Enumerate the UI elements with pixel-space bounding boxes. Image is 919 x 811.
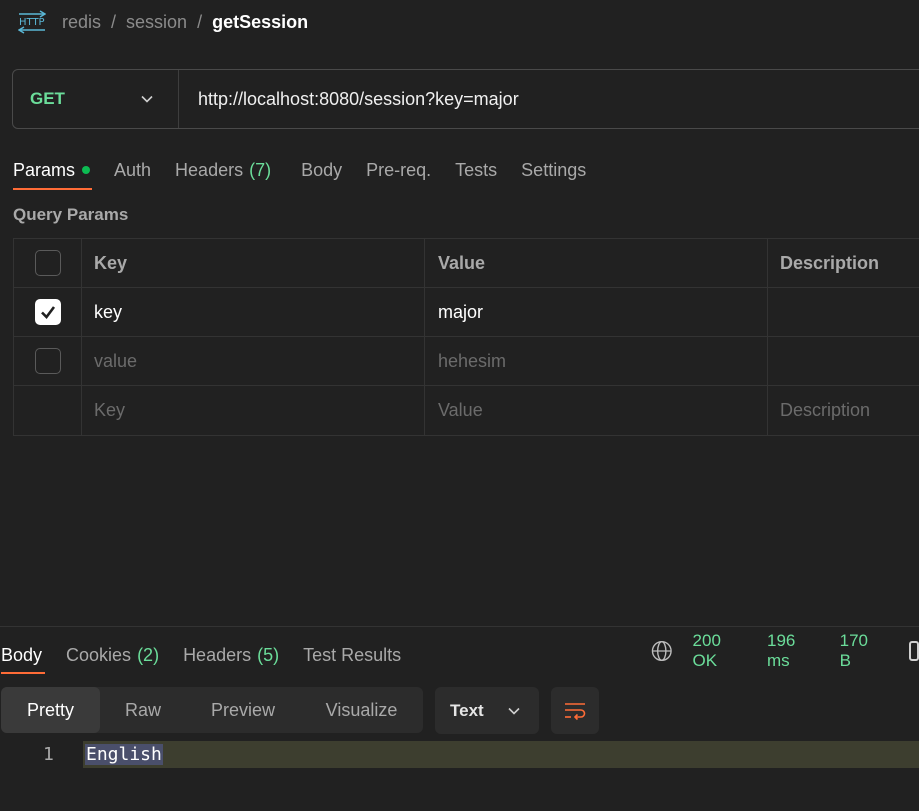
table-header-row: Key Value Description <box>14 239 919 288</box>
tab-auth[interactable]: Auth <box>114 150 151 190</box>
view-mode-selector: Pretty Raw Preview Visualize <box>1 687 423 733</box>
tab-label: Body <box>301 159 343 180</box>
breadcrumb-separator: / <box>197 11 203 32</box>
tab-tests[interactable]: Tests <box>455 150 497 190</box>
current-line-highlight <box>83 741 919 768</box>
request-name[interactable]: getSession <box>212 12 308 33</box>
breadcrumb: HTTP redis / session / getSession <box>18 8 308 36</box>
tab-label: Cookies <box>66 644 132 665</box>
tab-label: Tests <box>455 159 498 180</box>
tab-cookies[interactable]: Cookies (2) <box>66 636 159 674</box>
view-pretty[interactable]: Pretty <box>1 687 100 733</box>
row-check-cell <box>14 386 82 435</box>
view-raw[interactable]: Raw <box>100 687 186 733</box>
request-tabs: Params Auth Headers (7) Body Pre-req. Te… <box>13 150 610 192</box>
line-number: 1 <box>43 744 54 765</box>
status-code[interactable]: 200 OK <box>693 631 749 671</box>
chevron-down-icon <box>508 707 520 715</box>
param-value[interactable]: hehesim <box>425 337 768 385</box>
headers-count: (7) <box>249 159 272 180</box>
tab-label: Params <box>13 159 76 180</box>
checkmark-icon <box>40 306 55 319</box>
response-headers-count: (5) <box>257 644 280 665</box>
view-visualize[interactable]: Visualize <box>300 687 423 733</box>
tab-params[interactable]: Params <box>13 150 93 190</box>
response-status-bar: 200 OK 196 ms 170 B <box>651 631 919 670</box>
url-input[interactable]: http://localhost:8080/session?key=major <box>179 89 519 110</box>
new-description-input[interactable]: Description <box>768 386 919 435</box>
response-body-line: 1 English <box>0 741 919 768</box>
svg-text:HTTP: HTTP <box>19 17 45 28</box>
param-description[interactable] <box>768 337 919 385</box>
active-params-dot <box>82 166 91 174</box>
new-key-input[interactable]: Key <box>82 386 425 435</box>
column-header-key: Key <box>82 239 425 287</box>
tab-label: Headers <box>175 159 244 180</box>
url-bar: GET http://localhost:8080/session?key=ma… <box>12 69 919 129</box>
select-all-cell <box>14 239 82 287</box>
tab-label: Pre-req. <box>366 159 432 180</box>
row-check-cell <box>14 337 82 385</box>
wrap-lines-button[interactable] <box>551 687 599 734</box>
response-tabs: Body Cookies (2) Headers (5) Test Result… <box>1 636 425 676</box>
method-select[interactable]: GET <box>13 70 179 128</box>
select-all-checkbox[interactable] <box>34 250 61 276</box>
tab-response-body[interactable]: Body <box>1 636 46 674</box>
method-label: GET <box>30 89 65 108</box>
response-time[interactable]: 196 ms <box>767 631 822 671</box>
query-params-table: Key Value Description key major value he… <box>13 238 919 436</box>
tab-pre-request[interactable]: Pre-req. <box>366 150 431 190</box>
table-row-new: Key Value Description <box>14 386 919 435</box>
format-label: Text <box>450 700 484 720</box>
tab-label: Body <box>1 644 43 665</box>
param-description[interactable] <box>768 288 919 336</box>
tab-headers[interactable]: Headers (7) <box>175 150 271 190</box>
wrap-lines-icon <box>565 702 586 720</box>
tab-label: Auth <box>114 159 152 180</box>
param-checkbox[interactable] <box>34 299 61 325</box>
breadcrumb-separator: / <box>111 11 117 32</box>
response-divider[interactable] <box>0 626 919 627</box>
globe-icon[interactable] <box>651 640 673 662</box>
new-value-input[interactable]: Value <box>425 386 768 435</box>
http-icon: HTTP <box>18 10 46 34</box>
tab-response-headers[interactable]: Headers (5) <box>183 636 279 674</box>
query-params-title: Query Params <box>13 205 129 224</box>
tab-label: Settings <box>521 159 587 180</box>
save-response-icon[interactable] <box>909 641 919 661</box>
param-value[interactable]: major <box>425 288 768 336</box>
table-row: value hehesim <box>14 337 919 386</box>
tab-settings[interactable]: Settings <box>521 150 586 190</box>
column-header-value: Value <box>425 239 768 287</box>
format-select[interactable]: Text <box>435 687 539 734</box>
breadcrumb-collection[interactable]: redis <box>62 12 101 33</box>
tab-body[interactable]: Body <box>301 150 342 190</box>
breadcrumb-folder[interactable]: session <box>126 12 187 33</box>
response-size[interactable]: 170 B <box>840 631 884 671</box>
tab-label: Headers <box>183 644 252 665</box>
row-check-cell <box>14 288 82 336</box>
cookies-count: (2) <box>137 644 160 665</box>
response-text[interactable]: English <box>85 744 163 765</box>
param-key[interactable]: key <box>82 288 425 336</box>
view-preview[interactable]: Preview <box>186 687 300 733</box>
table-row: key major <box>14 288 919 337</box>
tab-test-results[interactable]: Test Results <box>303 636 401 674</box>
param-checkbox[interactable] <box>34 348 61 374</box>
column-header-description: Description <box>780 252 880 273</box>
param-key[interactable]: value <box>82 337 425 385</box>
chevron-down-icon <box>141 95 153 103</box>
tab-label: Test Results <box>303 644 402 665</box>
